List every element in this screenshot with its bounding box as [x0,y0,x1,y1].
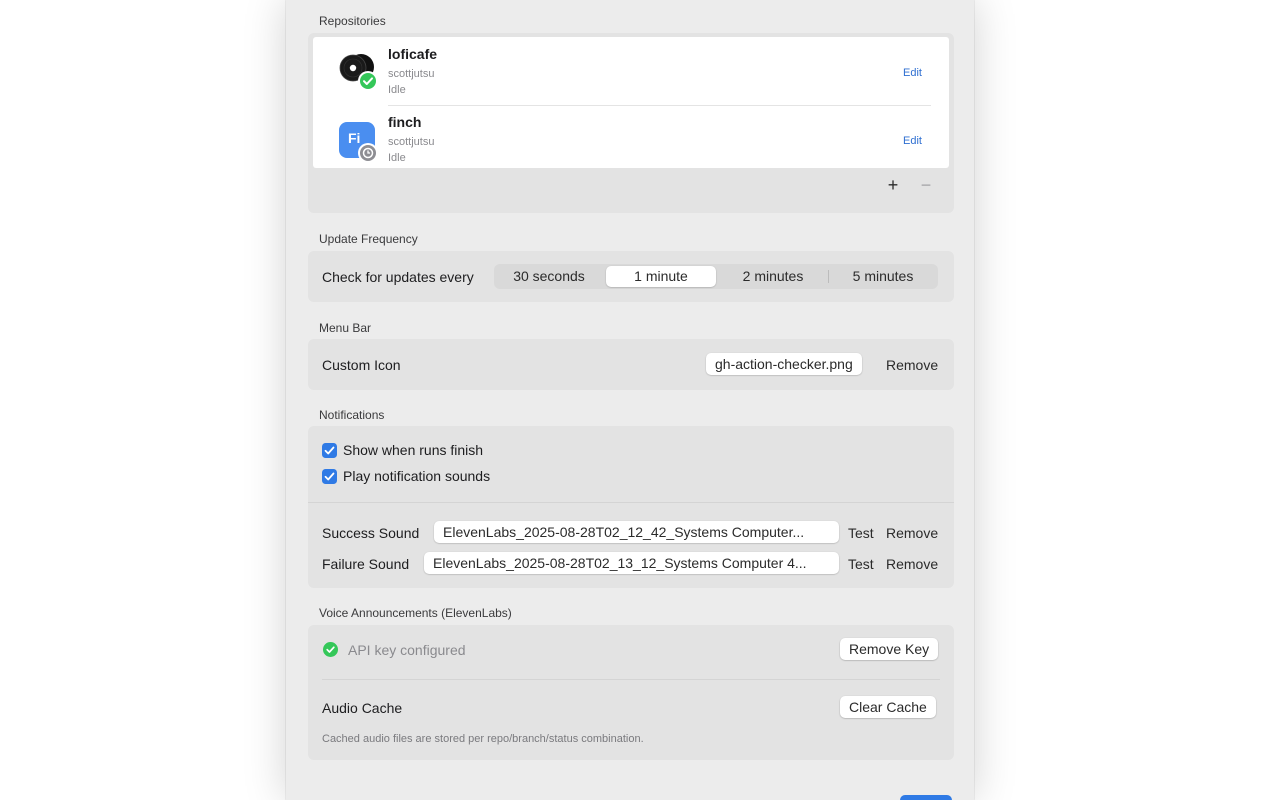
repo-row-loficafe[interactable]: loficafe scottjutsu Idle Edit [313,37,949,106]
voice-divider [322,679,940,680]
segment-2-minutes[interactable]: 2 minutes [718,264,828,289]
api-key-status: API key configured [348,642,466,658]
edit-repo-button[interactable]: Edit [903,135,922,147]
voice-section-title: Voice Announcements (ElevenLabs) [319,606,512,620]
add-repository-button[interactable]: + [884,175,902,196]
remove-custom-icon-button[interactable]: Remove [886,357,938,373]
settings-window: Repositories loficafe scottjutsu Idle Ed… [286,0,974,800]
success-check-badge [358,71,378,91]
pending-clock-badge [358,143,378,163]
checkmark-circle-icon [323,642,338,657]
update-frequency-segmented-control[interactable]: 30 seconds 1 minute 2 minutes 5 minutes [494,264,938,289]
repo-name: loficafe [388,46,438,62]
segment-1-minute[interactable]: 1 minute [606,266,716,287]
remove-success-sound-button[interactable]: Remove [886,525,938,541]
repositories-section-title: Repositories [319,14,386,28]
failure-sound-file[interactable]: ElevenLabs_2025-08-28T02_13_12_Systems C… [424,552,839,574]
voice-group: API key configured Remove Key Audio Cach… [308,625,954,760]
repo-name: finch [388,114,422,130]
repositories-group: loficafe scottjutsu Idle Edit Fi finch s… [308,33,954,213]
play-sounds-checkbox[interactable] [322,469,337,484]
edit-repo-button[interactable]: Edit [903,67,922,79]
show-finish-checkbox[interactable] [322,443,337,458]
custom-icon-file[interactable]: gh-action-checker.png [706,353,862,375]
notifications-divider [308,502,954,503]
repo-status: Idle [388,152,406,164]
repo-owner: scottjutsu [388,68,435,80]
update-frequency-group: Check for updates every 30 seconds 1 min… [308,251,954,302]
repository-list[interactable]: loficafe scottjutsu Idle Edit Fi finch s… [313,37,949,168]
notifications-section-title: Notifications [319,408,385,422]
menu-bar-group: Custom Icon gh-action-checker.png Remove [308,339,954,390]
repo-owner: scottjutsu [388,136,435,148]
test-failure-sound-button[interactable]: Test [848,556,874,572]
menu-bar-section-title: Menu Bar [319,321,372,335]
play-sounds-label: Play notification sounds [343,468,491,484]
custom-icon-label: Custom Icon [322,357,401,373]
update-frequency-label: Check for updates every [322,269,474,285]
remove-key-button[interactable]: Remove Key [840,638,939,660]
failure-sound-label: Failure Sound [322,556,410,572]
show-finish-label: Show when runs finish [343,442,484,458]
update-frequency-section-title: Update Frequency [319,232,418,246]
segment-30-seconds[interactable]: 30 seconds [494,264,604,289]
notifications-group: Show when runs finish Play notification … [308,426,954,588]
success-sound-label: Success Sound [322,525,420,541]
test-success-sound-button[interactable]: Test [848,525,874,541]
remove-repository-button[interactable]: − [917,175,935,196]
audio-cache-label: Audio Cache [322,700,403,716]
done-button[interactable] [900,795,952,800]
repo-row-finch[interactable]: Fi finch scottjutsu Idle Edit [313,105,949,168]
repo-status: Idle [388,84,406,96]
segment-5-minutes[interactable]: 5 minutes [828,264,938,289]
clear-cache-button[interactable]: Clear Cache [840,696,936,718]
success-sound-file[interactable]: ElevenLabs_2025-08-28T02_12_42_Systems C… [434,521,839,543]
remove-failure-sound-button[interactable]: Remove [886,556,938,572]
audio-cache-hint: Cached audio files are stored per repo/b… [322,733,644,745]
